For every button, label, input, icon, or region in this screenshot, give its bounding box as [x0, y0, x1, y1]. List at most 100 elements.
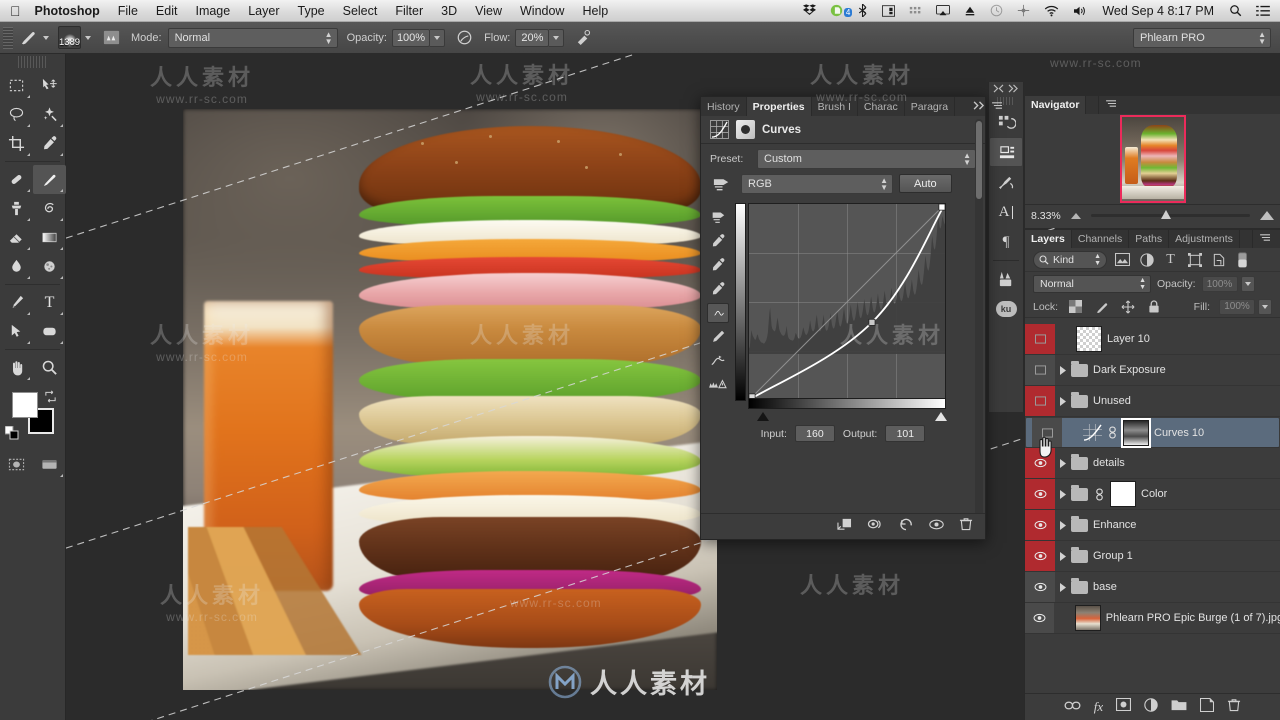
link-layers-icon[interactable]	[1064, 698, 1081, 716]
filter-shape-icon[interactable]	[1186, 251, 1203, 268]
menu-item-window[interactable]: Window	[511, 4, 573, 18]
volume-icon[interactable]	[1066, 5, 1094, 17]
curve-point-tool-icon[interactable]	[707, 303, 729, 323]
menu-item-view[interactable]: View	[466, 4, 511, 18]
menu-item-image[interactable]: Image	[186, 4, 239, 18]
layer-fill-value[interactable]: 100%	[1219, 298, 1255, 315]
layers-panel[interactable]: Layers Channels Paths Adjustments Kind ▲…	[1024, 230, 1280, 720]
tab-adjustments[interactable]: Adjustments	[1169, 230, 1240, 248]
layer-visibility-toggle[interactable]	[1025, 448, 1055, 478]
brush-picker-chevron-icon[interactable]	[85, 35, 91, 40]
group-disclosure-triangle-icon[interactable]	[1055, 520, 1071, 530]
layer-row[interactable]: Dark Exposure	[1025, 355, 1280, 386]
brush-size-preview[interactable]: 1389	[58, 26, 81, 49]
layer-visibility-toggle[interactable]	[1025, 603, 1055, 633]
brush-panel-icon[interactable]	[989, 167, 1023, 197]
crosshair-icon[interactable]	[1010, 4, 1037, 17]
brush-tool[interactable]	[33, 165, 66, 194]
black-point-slider[interactable]	[757, 412, 769, 421]
clipping-warning-icon[interactable]	[707, 375, 729, 395]
kuler-panel-icon[interactable]: ku	[989, 294, 1023, 324]
brush-presets-panel-icon[interactable]	[989, 264, 1023, 294]
layer-row[interactable]: Phlearn PRO Epic Burge (1 of 7).jpg	[1025, 603, 1280, 634]
layer-style-fx-icon[interactable]: fx	[1094, 698, 1103, 716]
layer-visibility-toggle[interactable]	[1025, 386, 1055, 416]
workspace-select[interactable]: Phlearn PRO ▲ ▼	[1133, 27, 1271, 48]
magic-wand-tool[interactable]	[33, 100, 66, 129]
layer-mask-thumbnail[interactable]	[1110, 481, 1136, 507]
apple-menu-icon[interactable]: 	[0, 4, 33, 18]
path-selection-tool[interactable]	[0, 317, 33, 346]
menu-item-help[interactable]: Help	[573, 4, 617, 18]
menubar-clock[interactable]: Wed Sep 4 8:17 PM	[1094, 4, 1222, 18]
lock-position-icon[interactable]	[1119, 298, 1136, 315]
delete-icon[interactable]	[959, 517, 973, 536]
panel-menu-icon[interactable]	[1259, 233, 1272, 245]
layer-row[interactable]: Unused	[1025, 386, 1280, 417]
white-point-eyedropper-icon[interactable]	[707, 279, 729, 299]
paragraph-panel-icon[interactable]: ¶	[989, 227, 1023, 257]
lock-all-icon[interactable]	[1145, 298, 1162, 315]
menu-item-edit[interactable]: Edit	[147, 4, 187, 18]
add-layer-mask-icon[interactable]	[1116, 697, 1132, 716]
expand-panels-icon[interactable]	[1008, 83, 1019, 95]
group-disclosure-triangle-icon[interactable]	[1055, 458, 1071, 468]
black-point-eyedropper-icon[interactable]	[707, 231, 729, 251]
tab-navigator[interactable]: Navigator	[1025, 96, 1087, 114]
layer-thumbnail[interactable]	[1075, 605, 1101, 631]
healing-brush-tool[interactable]	[0, 165, 33, 194]
layer-fill-stepper[interactable]	[1258, 298, 1272, 315]
tools-panel-grip[interactable]	[18, 56, 47, 68]
layer-opacity-value[interactable]: 100%	[1201, 276, 1238, 292]
curve-line[interactable]	[749, 204, 945, 400]
zoom-in-mountain-icon[interactable]	[1260, 211, 1274, 220]
curves-preset-icon[interactable]	[710, 173, 735, 194]
layer-row[interactable]: details	[1025, 448, 1280, 479]
evernote-icon[interactable]: 4	[823, 4, 853, 17]
search-icon[interactable]	[1222, 4, 1249, 17]
scrollbar-thumb[interactable]	[976, 121, 982, 199]
layer-row[interactable]: Color	[1025, 479, 1280, 510]
navigator-preview-area[interactable]	[1025, 114, 1280, 204]
clip-to-layer-icon[interactable]	[836, 517, 853, 536]
crop-tool[interactable]	[0, 129, 33, 158]
gradient-tool[interactable]	[33, 223, 66, 252]
collapse-panels-icon[interactable]	[993, 83, 1004, 95]
tab-channels[interactable]: Channels	[1072, 230, 1130, 248]
menu-app-name[interactable]: Photoshop	[33, 4, 109, 18]
auto-button[interactable]: Auto	[899, 174, 952, 193]
group-disclosure-triangle-icon[interactable]	[1055, 582, 1071, 592]
lasso-tool[interactable]	[0, 100, 33, 129]
layer-thumbnail[interactable]	[1076, 326, 1102, 352]
filter-adjustment-icon[interactable]	[1138, 251, 1155, 268]
marquee-tool[interactable]	[0, 71, 33, 100]
eject-icon[interactable]	[957, 5, 983, 17]
airbrush-icon[interactable]	[572, 27, 594, 49]
display-icon[interactable]	[875, 4, 902, 17]
sample-in-image-icon[interactable]	[707, 207, 729, 227]
menu-item-file[interactable]: File	[109, 4, 147, 18]
layer-mask-thumbnail[interactable]	[1121, 417, 1151, 448]
swap-colors-icon[interactable]	[44, 390, 57, 406]
input-value[interactable]: 160	[794, 425, 835, 442]
flow-value[interactable]: 20%	[515, 28, 550, 47]
layer-opacity-control[interactable]: 100%	[1201, 276, 1255, 292]
layer-visibility-toggle[interactable]	[1032, 418, 1062, 447]
history-brush-tool[interactable]	[33, 194, 66, 223]
layer-row[interactable]: Enhance	[1025, 510, 1280, 541]
opacity-value[interactable]: 100%	[391, 28, 431, 47]
dropbox-icon[interactable]	[796, 4, 823, 17]
tab-layers[interactable]: Layers	[1025, 230, 1072, 248]
pen-tool[interactable]	[0, 288, 33, 317]
layer-list[interactable]: Layer 10 Dark Exposure Unused Curves 10 deta…	[1025, 324, 1280, 692]
group-disclosure-triangle-icon[interactable]	[1055, 396, 1071, 406]
filter-toggle-icon[interactable]	[1234, 251, 1251, 268]
lock-image-icon[interactable]	[1093, 298, 1110, 315]
notification-center-icon[interactable]	[1249, 5, 1280, 17]
document-canvas[interactable]	[183, 109, 717, 690]
layer-visibility-toggle[interactable]	[1025, 510, 1055, 540]
group-disclosure-triangle-icon[interactable]	[1055, 551, 1071, 561]
bluetooth-icon[interactable]	[850, 4, 875, 17]
panel-menu-icon[interactable]	[991, 101, 1004, 113]
tab-history[interactable]: History	[701, 97, 747, 116]
